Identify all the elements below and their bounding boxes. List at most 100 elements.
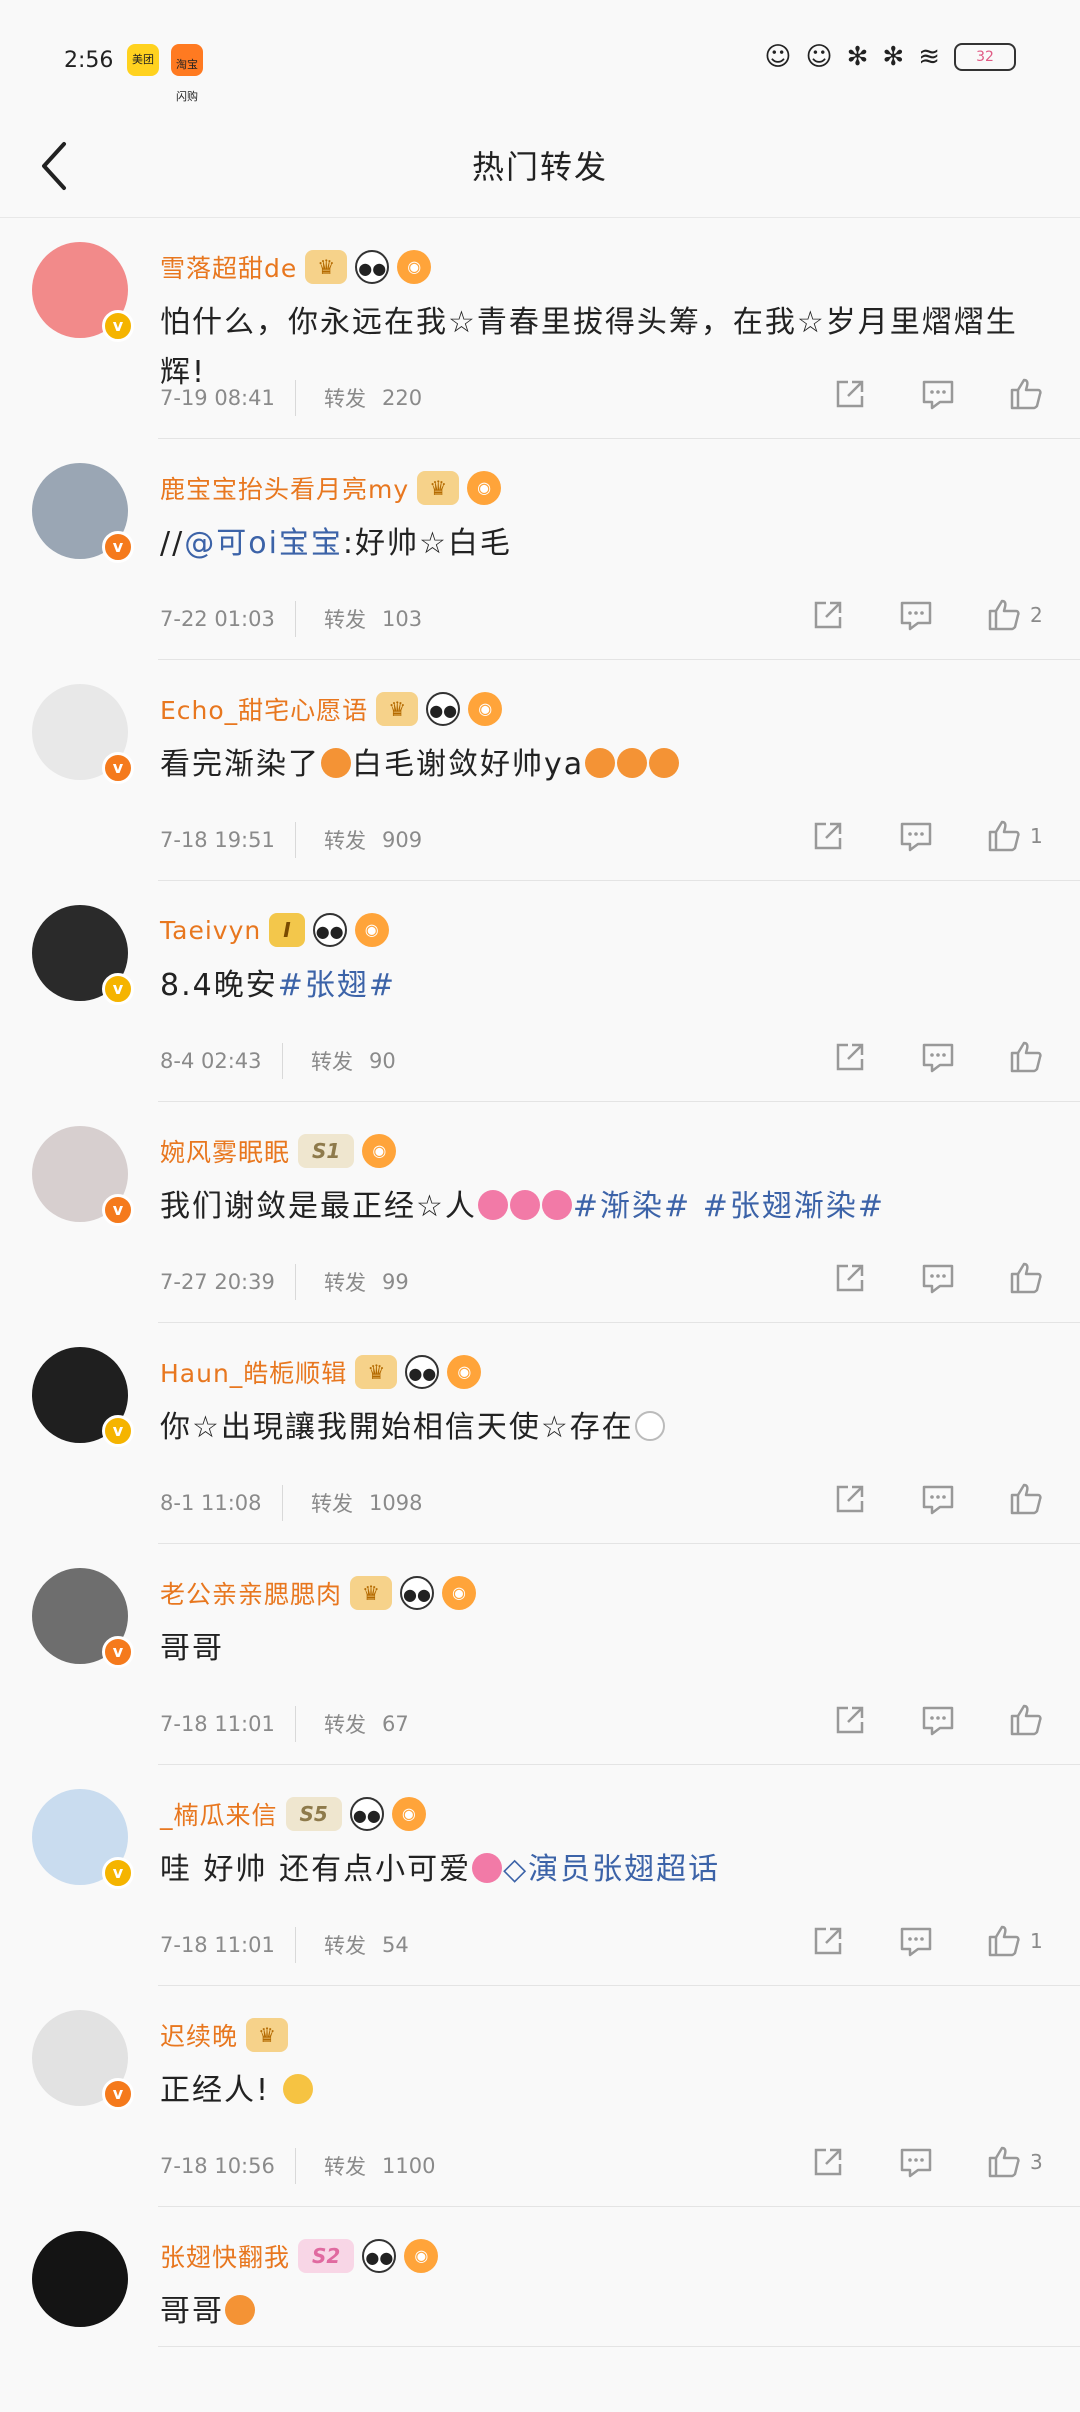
list-item[interactable]: v 迟续晚 ♛ 正经人! 7-18 10:56 转发 1100 3	[0, 1986, 1080, 2207]
like-button[interactable]	[1008, 376, 1044, 412]
comment-button[interactable]	[920, 1481, 956, 1517]
avatar[interactable]: v	[32, 905, 134, 1005]
share-button[interactable]	[810, 597, 846, 633]
like-button[interactable]: 2	[986, 597, 1043, 633]
share-icon	[814, 601, 842, 629]
comment-button[interactable]	[898, 1923, 934, 1959]
fish-icon: ◉	[404, 2239, 439, 2273]
panda-icon: ●●	[405, 1355, 440, 1389]
topic-link[interactable]: 演员张翅超话	[528, 1852, 720, 1887]
post-date: 7-27 20:39	[160, 1270, 275, 1294]
share-button[interactable]	[810, 818, 846, 854]
avatar[interactable]: v	[32, 1789, 134, 1889]
fish-icon: ◉	[447, 1355, 482, 1389]
user-name[interactable]: Taeivyn	[160, 916, 261, 945]
avatar[interactable]: v	[32, 463, 134, 563]
topic-link[interactable]: #张翅#	[278, 968, 396, 1003]
panda-icon: ●●	[355, 250, 390, 284]
share-icon	[836, 1264, 864, 1292]
divider	[295, 601, 296, 637]
avatar[interactable]: v	[32, 2010, 134, 2110]
user-name[interactable]: 老公亲亲腮腮肉	[160, 1575, 342, 1611]
panda-icon: ●●	[400, 1576, 435, 1610]
post-content: 哥哥	[160, 2287, 1040, 2337]
list-item[interactable]: v Haun_皓栀顺辑 ♛ ●● ◉ 你☆出現讓我開始相信天使☆存在 8-1 1…	[0, 1323, 1080, 1544]
like-button[interactable]	[1008, 1702, 1044, 1738]
comment-button[interactable]	[898, 2144, 934, 2180]
user-name[interactable]: 鹿宝宝抬头看月亮my	[160, 470, 409, 506]
crown-icon: ♛	[376, 692, 419, 726]
share-button[interactable]	[832, 376, 868, 412]
avatar[interactable]: v	[32, 684, 134, 784]
share-button[interactable]	[832, 1039, 868, 1075]
share-button[interactable]	[832, 1260, 868, 1296]
user-name[interactable]: 雪落超甜de	[160, 249, 297, 285]
comment-icon	[900, 1927, 932, 1957]
share-icon	[814, 2148, 842, 2176]
list-item[interactable]: v 鹿宝宝抬头看月亮my ♛ ◉ //@可oi宝宝:好帅☆白毛 7-22 01:…	[0, 439, 1080, 660]
comment-button[interactable]	[920, 1039, 956, 1075]
like-button[interactable]	[1008, 1039, 1044, 1075]
share-button[interactable]	[832, 1702, 868, 1738]
divider	[295, 1706, 296, 1742]
like-button[interactable]: 1	[986, 818, 1043, 854]
like-button[interactable]	[1008, 1260, 1044, 1296]
mention-link[interactable]: @可oi宝宝	[184, 526, 343, 561]
list-item[interactable]: v Echo_甜宅心愿语 ♛ ●● ◉ 看完渐染了 白毛谢敛好帅ya 7-18 1…	[0, 660, 1080, 881]
avatar[interactable]: v	[32, 1568, 134, 1668]
comment-button[interactable]	[920, 1260, 956, 1296]
avatar[interactable]	[32, 2231, 128, 2327]
post-content: 我们谢敛是最正经☆人 #渐染# #张翅渐染#	[160, 1182, 1040, 1232]
signal-icon: ✻	[882, 42, 905, 72]
comment-button[interactable]	[920, 1702, 956, 1738]
notification-icon: ☺	[764, 42, 792, 72]
post-date: 8-1 11:08	[160, 1491, 262, 1515]
user-name[interactable]: _楠瓜来信	[160, 1796, 278, 1832]
heart-emoji-icon	[541, 1190, 572, 1220]
like-count: 3	[1030, 2150, 1043, 2174]
topic-link[interactable]: #渐染# #张翅渐染#	[573, 1189, 885, 1224]
panda-icon: ●●	[349, 1797, 384, 1831]
comment-button[interactable]	[898, 597, 934, 633]
heart-eyes-emoji-icon	[617, 748, 648, 778]
avatar[interactable]: v	[32, 242, 134, 342]
avatar[interactable]: v	[32, 1126, 134, 1226]
like-button[interactable]: 3	[986, 2144, 1043, 2180]
like-button[interactable]	[1008, 1481, 1044, 1517]
post-date: 8-4 02:43	[160, 1049, 262, 1073]
like-button[interactable]: 1	[986, 1923, 1043, 1959]
post-date: 7-18 11:01	[160, 1712, 275, 1736]
content-text: 正经人!	[160, 2073, 271, 2108]
share-icon	[836, 1706, 864, 1734]
crown-icon: ♛	[417, 471, 460, 505]
user-name[interactable]: 张翅快翻我	[160, 2238, 290, 2274]
thumb-up-icon	[1010, 1704, 1042, 1736]
comment-icon	[900, 2148, 932, 2178]
avatar[interactable]: v	[32, 1347, 134, 1447]
share-button[interactable]	[810, 2144, 846, 2180]
user-name[interactable]: Haun_皓栀顺辑	[160, 1354, 347, 1390]
user-name[interactable]: 婉风雾眠眠	[160, 1133, 290, 1169]
crown-icon: ♛	[350, 1576, 393, 1610]
list-item[interactable]: v Taeivyn I ●● ◉ 8.4晚安#张翅# 8-4 02:43 转发 …	[0, 881, 1080, 1102]
list-item[interactable]: v _楠瓜来信 S5 ●● ◉ 哇 好帅 还有点小可爱 ◇演员张翅超话 7-18 …	[0, 1765, 1080, 1986]
comment-button[interactable]	[920, 376, 956, 412]
share-button[interactable]	[810, 1923, 846, 1959]
share-button[interactable]	[832, 1481, 868, 1517]
comment-button[interactable]	[898, 818, 934, 854]
list-item[interactable]: v 婉风雾眠眠 S1 ◉ 我们谢敛是最正经☆人 #渐染# #张翅渐染# 7-27 …	[0, 1102, 1080, 1323]
verified-icon: v	[102, 310, 134, 342]
repost-count: 90	[369, 1049, 396, 1073]
list-item[interactable]: 张翅快翻我 S2 ●● ◉ 哥哥	[0, 2207, 1080, 2347]
list-item[interactable]: v 老公亲亲腮腮肉 ♛ ●● ◉ 哥哥 7-18 11:01 转发 67	[0, 1544, 1080, 1765]
post-date: 7-18 19:51	[160, 828, 275, 852]
page-title: 热门转发	[471, 148, 608, 186]
user-name[interactable]: Echo_甜宅心愿语	[160, 691, 368, 727]
panda-icon: ●●	[426, 692, 461, 726]
list-item[interactable]: v 雪落超甜de ♛ ●● ◉ 怕什么，你永远在我☆青春里拔得头筹，在我☆岁月里…	[0, 218, 1080, 439]
verified-icon: v	[102, 1857, 134, 1889]
comment-icon	[900, 822, 932, 852]
user-name[interactable]: 迟续晚	[160, 2017, 238, 2053]
fish-icon: ◉	[467, 471, 502, 505]
heart-eyes-emoji-icon	[321, 748, 351, 778]
